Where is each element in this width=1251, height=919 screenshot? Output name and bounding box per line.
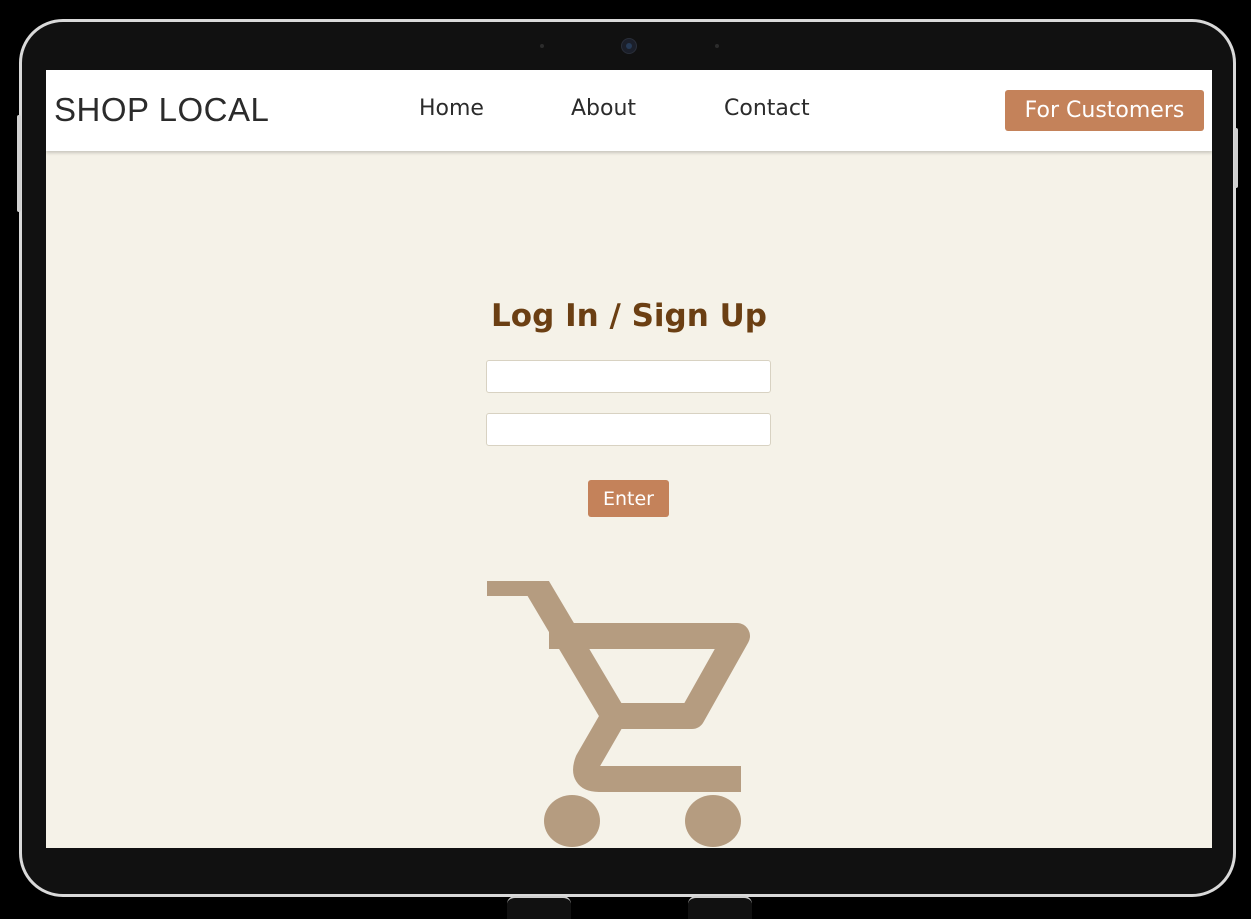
shopping-cart-icon: [487, 581, 750, 847]
nav-link-contact[interactable]: Contact: [724, 96, 810, 121]
top-navbar: SHOP LOCAL Home About Contact For Custom…: [46, 70, 1212, 151]
camera-sensor-left: [540, 44, 544, 48]
password-field[interactable]: [486, 413, 771, 446]
login-title: Log In / Sign Up: [491, 298, 767, 334]
camera-sensor-right: [715, 44, 719, 48]
volume-button-left: [17, 115, 21, 212]
enter-button[interactable]: Enter: [588, 480, 669, 517]
app-screen: SHOP LOCAL Home About Contact For Custom…: [46, 70, 1212, 848]
front-camera: [621, 38, 637, 54]
power-button-right: [1234, 128, 1238, 188]
for-customers-button[interactable]: For Customers: [1005, 90, 1204, 131]
nav-link-about[interactable]: About: [571, 96, 636, 121]
username-field[interactable]: [486, 360, 771, 393]
nav-link-home[interactable]: Home: [419, 96, 484, 121]
bottom-button-left: [507, 896, 571, 919]
brand-logo-text[interactable]: SHOP LOCAL: [54, 91, 269, 129]
bottom-button-right: [688, 896, 752, 919]
